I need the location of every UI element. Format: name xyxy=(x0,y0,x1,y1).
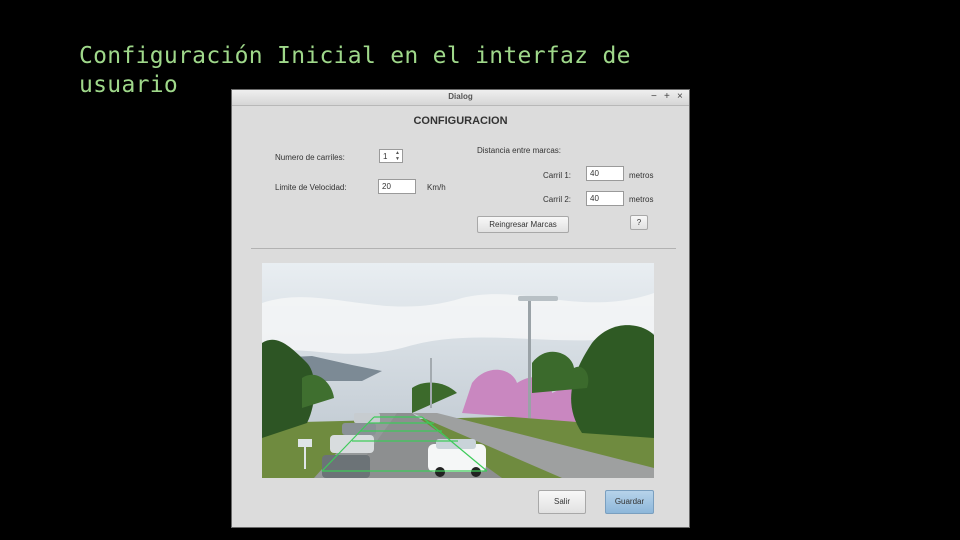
save-button[interactable]: Guardar xyxy=(605,490,654,514)
minimize-icon[interactable]: − xyxy=(651,91,657,103)
lane1-unit: metros xyxy=(629,171,654,180)
lane2-unit: metros xyxy=(629,195,654,204)
reenter-marks-button[interactable]: Reingresar Marcas xyxy=(477,216,569,233)
lane1-distance-input[interactable]: 40 xyxy=(586,166,624,181)
maximize-icon[interactable]: + xyxy=(664,91,670,103)
dialog-heading: CONFIGURACION xyxy=(413,115,508,127)
lanes-label: Numero de carriles: xyxy=(275,153,345,162)
distance-label: Distancia entre marcas: xyxy=(477,146,562,155)
road-scene-image xyxy=(262,263,654,478)
speed-input[interactable]: 20 xyxy=(378,179,416,194)
help-button[interactable]: ? xyxy=(630,215,648,230)
camera-preview-image xyxy=(262,263,654,478)
section-divider xyxy=(251,248,676,249)
configuration-dialog: Dialog − + × CONFIGURACION Numero de car… xyxy=(231,89,690,528)
lane1-label: Carril 1: xyxy=(543,171,572,180)
speed-unit: Km/h xyxy=(427,183,446,192)
close-icon[interactable]: × xyxy=(677,91,683,103)
dialog-title: Dialog xyxy=(448,92,473,101)
exit-button[interactable]: Salir xyxy=(538,490,586,514)
lanes-spinner[interactable]: 1 ▲ ▼ xyxy=(379,149,403,163)
lane2-label: Carril 2: xyxy=(543,195,572,204)
spinner-arrows-icon[interactable]: ▲ ▼ xyxy=(395,150,400,162)
speed-label: Limite de Velocidad: xyxy=(275,183,347,192)
dialog-titlebar[interactable]: Dialog − + × xyxy=(232,90,689,106)
lane2-distance-input[interactable]: 40 xyxy=(586,191,624,206)
slide-title-line2: usuario xyxy=(79,72,179,98)
slide-title-line1: Configuración Inicial en el interfaz de xyxy=(79,43,631,69)
lanes-value: 1 xyxy=(383,152,388,161)
